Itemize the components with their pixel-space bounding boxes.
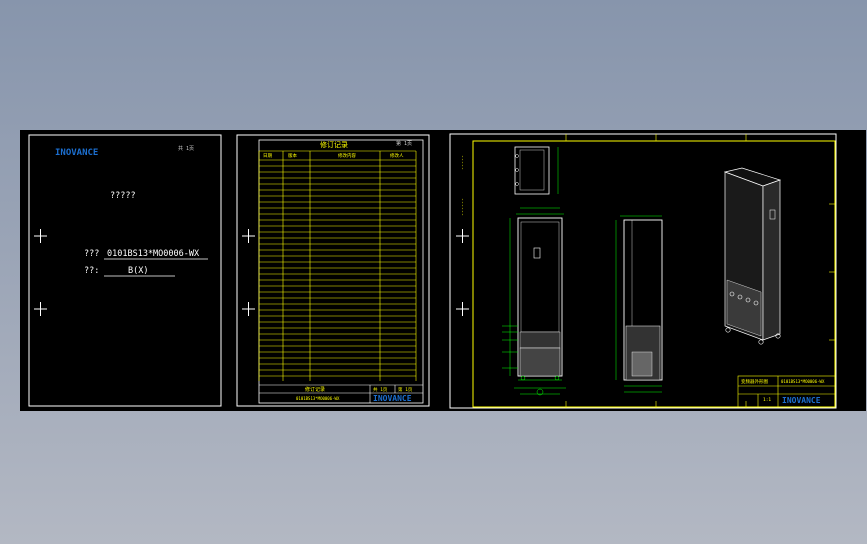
- revision-outer-frame: [236, 134, 430, 407]
- title-block-name: 变频器外形图: [741, 378, 768, 385]
- revision-registration-marks: [242, 229, 255, 316]
- svg-text:-----: -----: [460, 155, 466, 170]
- cover-registration-marks: [34, 229, 47, 316]
- cover-code-value: 0101BS13*MO0006-WX: [107, 249, 200, 259]
- cover-version-label: ??:: [84, 266, 99, 276]
- front-view: [502, 207, 566, 396]
- sheet-cover: INOVANCE 共 1页 ????? ??? 0101BS13*MO0006-…: [28, 134, 222, 407]
- revision-footer-title: 修订记录: [305, 386, 325, 393]
- cover-version-value: B(X): [128, 266, 148, 276]
- outline-registration-marks: [456, 229, 469, 316]
- top-view: [514, 146, 559, 195]
- svg-text:------: ------: [460, 198, 466, 216]
- front-keypad: [533, 247, 541, 259]
- revision-page-number: 第 1页: [396, 140, 412, 147]
- revision-col-author: 修改人: [390, 152, 404, 159]
- revision-table-columns: [258, 151, 417, 381]
- side-view: [615, 215, 663, 393]
- cover-frame: [28, 134, 222, 407]
- cad-drawing: INOVANCE 共 1页 ????? ??? 0101BS13*MO0006-…: [28, 133, 837, 409]
- revision-footer-doc-code: 0101BS13*MO0006-WX: [296, 396, 340, 401]
- revision-col-version: 版本: [288, 152, 297, 159]
- title-block-scale: 1:1: [763, 397, 771, 403]
- revision-col-date: 日期: [263, 153, 272, 159]
- cad-drawing-canvas[interactable]: INOVANCE 共 1页 ????? ??? 0101BS13*MO0006-…: [20, 130, 866, 411]
- cover-page-number: 共 1页: [178, 145, 194, 152]
- outline-brand-logo: INOVANCE: [782, 396, 821, 405]
- revision-footer-total: 共 1页: [373, 386, 388, 393]
- isometric-view: [723, 167, 782, 345]
- revision-col-content: 修改内容: [338, 152, 356, 159]
- revision-footer-page: 第 1页: [398, 386, 413, 393]
- outline-frame-ticks: [565, 134, 835, 408]
- revision-brand-logo: INOVANCE: [373, 394, 412, 403]
- revision-title: 修订记录: [320, 140, 348, 149]
- title-block-code: 0101BS13*MO0006-WX: [781, 379, 825, 384]
- cover-code-label: ???: [84, 249, 99, 259]
- revision-table-rows: [259, 165, 416, 377]
- revision-inner-frame: [258, 139, 424, 404]
- cover-brand-logo: INOVANCE: [55, 148, 98, 158]
- outline-side-labels: ----- ------: [460, 155, 466, 216]
- sheet-outline-drawing: ----- ------ 变频器外形图 0101BS13*MO0006-WX 1…: [449, 133, 837, 409]
- cover-document-title: ?????: [110, 191, 136, 201]
- sheet-revision-record: 修订记录 第 1页 日期 版本 修改内容 修改人 修订记录 共 1页 第 1页 …: [236, 134, 430, 407]
